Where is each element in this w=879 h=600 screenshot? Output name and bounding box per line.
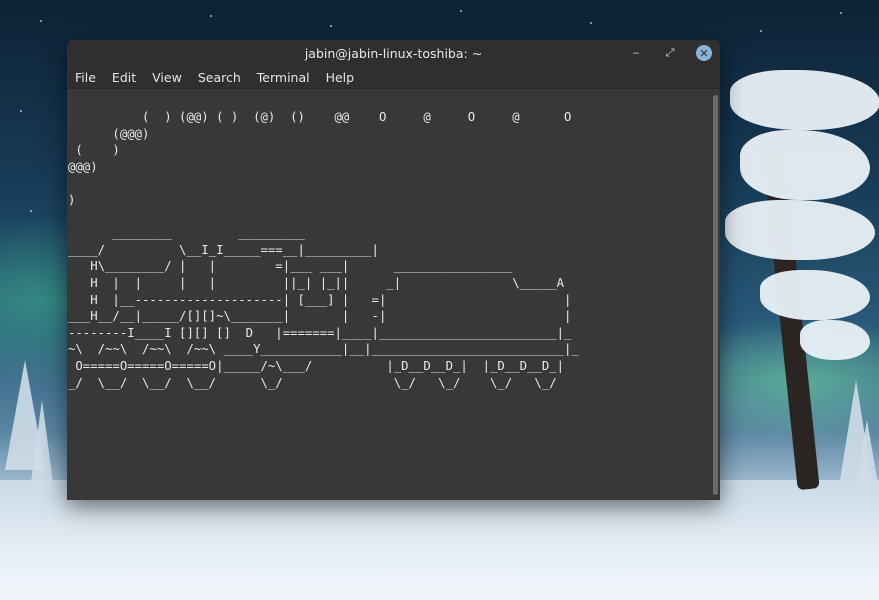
star bbox=[330, 25, 332, 27]
terminal-line: _/ \__/ \__/ \__/ \_/ \_/ \_/ \_/ \_/ bbox=[68, 375, 557, 390]
menu-bar: File Edit View Search Terminal Help bbox=[67, 67, 720, 89]
terminal-line: ( ) (@@) ( ) (@) () @@ O @ O @ O bbox=[68, 110, 572, 124]
menu-help[interactable]: Help bbox=[326, 70, 355, 85]
menu-search[interactable]: Search bbox=[198, 70, 241, 85]
terminal-line: --------I____I [][] [] D |=======|____|_… bbox=[68, 325, 572, 340]
terminal-line: ) bbox=[68, 192, 76, 207]
star bbox=[210, 15, 212, 17]
close-icon[interactable]: ✕ bbox=[696, 45, 712, 61]
pine-tree bbox=[30, 400, 54, 490]
tree-snow bbox=[740, 130, 870, 200]
terminal-line: (@@@) bbox=[68, 126, 150, 141]
terminal-line: H |__--------------------| [___] | =| | bbox=[68, 292, 572, 307]
menu-file[interactable]: File bbox=[75, 70, 96, 85]
terminal-output[interactable]: ( ) (@@) ( ) (@) () @@ O @ O @ O (@@@) (… bbox=[67, 89, 710, 500]
terminal-line: ( ) bbox=[68, 143, 120, 158]
vertical-scrollbar[interactable] bbox=[710, 89, 720, 500]
star bbox=[590, 22, 592, 24]
tree-snow bbox=[760, 270, 870, 320]
maximize-icon[interactable]: ⤢ bbox=[662, 44, 678, 62]
terminal-line: @@@) bbox=[68, 159, 98, 174]
tree-snow bbox=[730, 70, 879, 130]
star bbox=[460, 10, 462, 12]
window-title: jabin@jabin-linux-toshiba: ~ bbox=[304, 46, 483, 61]
scrollbar-thumb[interactable] bbox=[713, 95, 718, 495]
menu-edit[interactable]: Edit bbox=[112, 70, 136, 85]
menu-terminal[interactable]: Terminal bbox=[257, 70, 310, 85]
terminal-line: H\________/ | | =|___ ___| _____________… bbox=[68, 259, 513, 274]
star bbox=[20, 110, 22, 112]
pine-tree bbox=[855, 420, 879, 490]
terminal-line: ________ _________ bbox=[68, 226, 305, 241]
minimize-icon[interactable]: ‒ bbox=[628, 44, 644, 62]
title-bar[interactable]: jabin@jabin-linux-toshiba: ~ ‒ ⤢ ✕ bbox=[67, 40, 720, 67]
terminal-line: ___H__/__|_____/[][]~\_______| | -| | bbox=[68, 309, 572, 324]
menu-view[interactable]: View bbox=[152, 70, 182, 85]
star bbox=[30, 210, 32, 212]
terminal-line: ____/ \__I_I_____===__|_________| bbox=[68, 242, 379, 257]
tree-snow bbox=[725, 200, 875, 260]
star bbox=[840, 12, 842, 14]
tree-snow bbox=[800, 320, 870, 360]
star bbox=[40, 20, 42, 22]
star bbox=[760, 30, 762, 32]
terminal-line: H | | | | ||_| |_|| _| \_____A bbox=[68, 275, 565, 290]
window-controls: ‒ ⤢ ✕ bbox=[628, 44, 712, 62]
terminal-line: ~\ /~~\ /~~\ /~~\ ____Y___________|__|__… bbox=[68, 342, 579, 357]
terminal-line: O=====O=====O=====O|_____/~\___/ |_D__D_… bbox=[68, 358, 565, 373]
terminal-window[interactable]: jabin@jabin-linux-toshiba: ~ ‒ ⤢ ✕ File … bbox=[67, 40, 720, 500]
